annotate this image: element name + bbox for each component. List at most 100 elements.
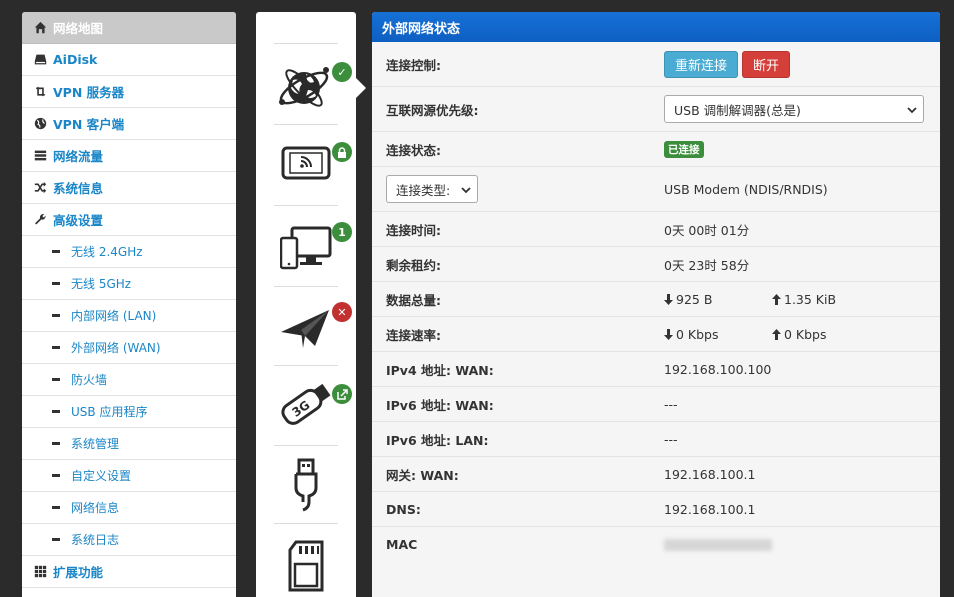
- badge-text: ✕: [337, 305, 347, 319]
- ipv6-wan-value: ---: [664, 396, 678, 412]
- dash-icon: [52, 314, 60, 317]
- row-connection-type: 连接类型: USB Modem (NDIS/RNDIS): [372, 167, 940, 212]
- row-label: IPv4 地址: WAN:: [386, 362, 494, 378]
- usb-3g-icon: 3G: [281, 383, 331, 425]
- sidebar-subitem-label: 防火墙: [71, 373, 108, 387]
- sidebar-item-vpn-client[interactable]: VPN 客户端: [22, 108, 236, 140]
- row-uptime: 连接时间: 0天 00时 01分: [372, 212, 940, 247]
- row-data-total: 数据总量: 925 B 1.35 KiB: [372, 282, 940, 317]
- dns-value: 192.168.100.1: [664, 501, 756, 517]
- sidebar-subitem-custom[interactable]: 自定义设置: [22, 460, 236, 492]
- sidebar-subitem-label: 外部网络 (WAN): [71, 341, 161, 355]
- sidebar-item-label: 高级设置: [53, 213, 104, 228]
- row-label: 网关: WAN:: [386, 467, 459, 483]
- tablet-wifi-icon: [281, 146, 331, 180]
- row-label: 互联网源优先级:: [386, 102, 479, 118]
- sidebar-subitem-label: 网络信息: [71, 501, 120, 515]
- sidebar-item-traffic[interactable]: 网络流量: [22, 140, 236, 172]
- chevron-down-icon: [461, 187, 471, 194]
- sidebar-subitem-firewall[interactable]: 防火墙: [22, 364, 236, 396]
- sidebar-item-label: 系统信息: [53, 181, 104, 196]
- sd-card-device[interactable]: [256, 540, 356, 592]
- sidebar-item-label: VPN 客户端: [53, 117, 125, 132]
- lock-icon: [338, 146, 346, 158]
- sidebar-subitem-wan[interactable]: 外部网络 (WAN): [22, 332, 236, 364]
- separator: [274, 205, 338, 206]
- sidebar-subitem-administration[interactable]: 系统管理: [22, 428, 236, 460]
- sidebar-subitem-label: USB 应用程序: [71, 405, 148, 419]
- upload-total-value: 1.35 KiB: [784, 291, 837, 307]
- sidebar-subitem-wireless-5[interactable]: 无线 5GHz: [22, 268, 236, 300]
- usb-device[interactable]: [256, 458, 356, 512]
- sidebar-subitem-lan[interactable]: 内部网络 (LAN): [22, 300, 236, 332]
- sidebar-item-network-map[interactable]: 网络地图: [22, 12, 236, 44]
- dash-icon: [52, 538, 60, 541]
- ipv4-wan-value: 192.168.100.100: [664, 361, 772, 377]
- row-label: 连接控制:: [386, 57, 441, 73]
- row-ipv6-wan: IPv6 地址: WAN: ---: [372, 387, 940, 422]
- sidebar-subitem-network-info[interactable]: 网络信息: [22, 492, 236, 524]
- sidebar-item-aidisk[interactable]: AiDisk: [22, 44, 236, 76]
- usb-plug-icon: [294, 458, 318, 512]
- selection-pointer: [356, 78, 366, 98]
- connected-badge: ✓: [332, 62, 352, 82]
- arrow-down-icon: [664, 328, 673, 340]
- row-value: 0 Kbps 0 Kbps: [664, 327, 827, 342]
- uptime-value: 0天 00时 01分: [664, 222, 750, 238]
- row-label: 剩余租约:: [386, 257, 441, 273]
- sidebar-subitem-label: 内部网络 (LAN): [71, 309, 157, 323]
- reconnect-button[interactable]: 重新连接: [664, 50, 739, 78]
- sidebar-item-label: 网络地图: [53, 21, 104, 36]
- priority-select[interactable]: USB 调制解调器(总是): [664, 95, 924, 123]
- row-label: 连接状态:: [386, 142, 441, 158]
- row-lease: 剩余租约: 0天 23时 58分: [372, 247, 940, 282]
- gateway-value: 192.168.100.1: [664, 466, 756, 482]
- sidebar-subitem-usb-apps[interactable]: USB 应用程序: [22, 396, 236, 428]
- separator: [274, 124, 338, 125]
- badge-text: 1: [338, 225, 346, 239]
- sidebar-item-label: VPN 服务器: [53, 85, 125, 100]
- sidebar-subitem-wireless-24[interactable]: 无线 2.4GHz: [22, 236, 236, 268]
- separator: [274, 43, 338, 44]
- connection-type-select-label: 连接类型:: [396, 182, 451, 198]
- sidebar-item-system-info[interactable]: 系统信息: [22, 172, 236, 204]
- upload-speed-value: 0 Kbps: [784, 326, 827, 342]
- connection-type-select[interactable]: 连接类型:: [386, 175, 478, 203]
- row-label: 连接速率:: [386, 327, 441, 343]
- sd-card-icon: [288, 540, 324, 592]
- row-mac: MAC: [372, 527, 940, 562]
- row-label: 连接时间:: [386, 222, 441, 238]
- computer-phone-icon: [280, 226, 332, 270]
- separator: [274, 365, 338, 366]
- connection-type-value: USB Modem (NDIS/RNDIS): [664, 181, 828, 197]
- arrow-down-icon: [664, 293, 673, 305]
- sidebar-subitem-label: 系统管理: [71, 437, 120, 451]
- mac-value-redacted: [664, 538, 772, 551]
- download-speed: 0 Kbps: [664, 327, 772, 342]
- row-value: 925 B 1.35 KiB: [664, 292, 836, 307]
- download-speed-value: 0 Kbps: [676, 326, 719, 342]
- ipv6-lan-value: ---: [664, 431, 678, 447]
- row-label: IPv6 地址: LAN:: [386, 432, 489, 448]
- sidebar-item-label: 网络流量: [53, 149, 104, 164]
- dash-icon: [52, 474, 60, 477]
- download-total: 925 B: [664, 292, 772, 307]
- redacted-blur: [664, 538, 772, 551]
- dash-icon: [52, 378, 60, 381]
- sidebar-subitem-system-log[interactable]: 系统日志: [22, 524, 236, 556]
- error-badge: ✕: [332, 302, 352, 322]
- separator: [274, 286, 338, 287]
- disconnect-button[interactable]: 断开: [742, 50, 791, 78]
- sidebar-item-extensions[interactable]: 扩展功能: [22, 556, 236, 588]
- sidebar-subitem-label: 系统日志: [71, 533, 120, 547]
- dash-icon: [52, 346, 60, 349]
- sidebar-menu: 网络地图 AiDisk VPN 服务器 VPN 客户端 网络流量 系统信息 高级…: [22, 12, 236, 597]
- row-ipv6-lan: IPv6 地址: LAN: ---: [372, 422, 940, 457]
- sidebar-item-advanced[interactable]: 高级设置: [22, 204, 236, 236]
- row-gateway: 网关: WAN: 192.168.100.1: [372, 457, 940, 492]
- grid-icon: [33, 565, 47, 579]
- sidebar-item-label: AiDisk: [53, 52, 98, 67]
- sidebar-item-vpn-server[interactable]: VPN 服务器: [22, 76, 236, 108]
- row-connection-control: 连接控制: 重新连接 断开: [372, 42, 940, 87]
- badge-text: ✓: [337, 65, 347, 79]
